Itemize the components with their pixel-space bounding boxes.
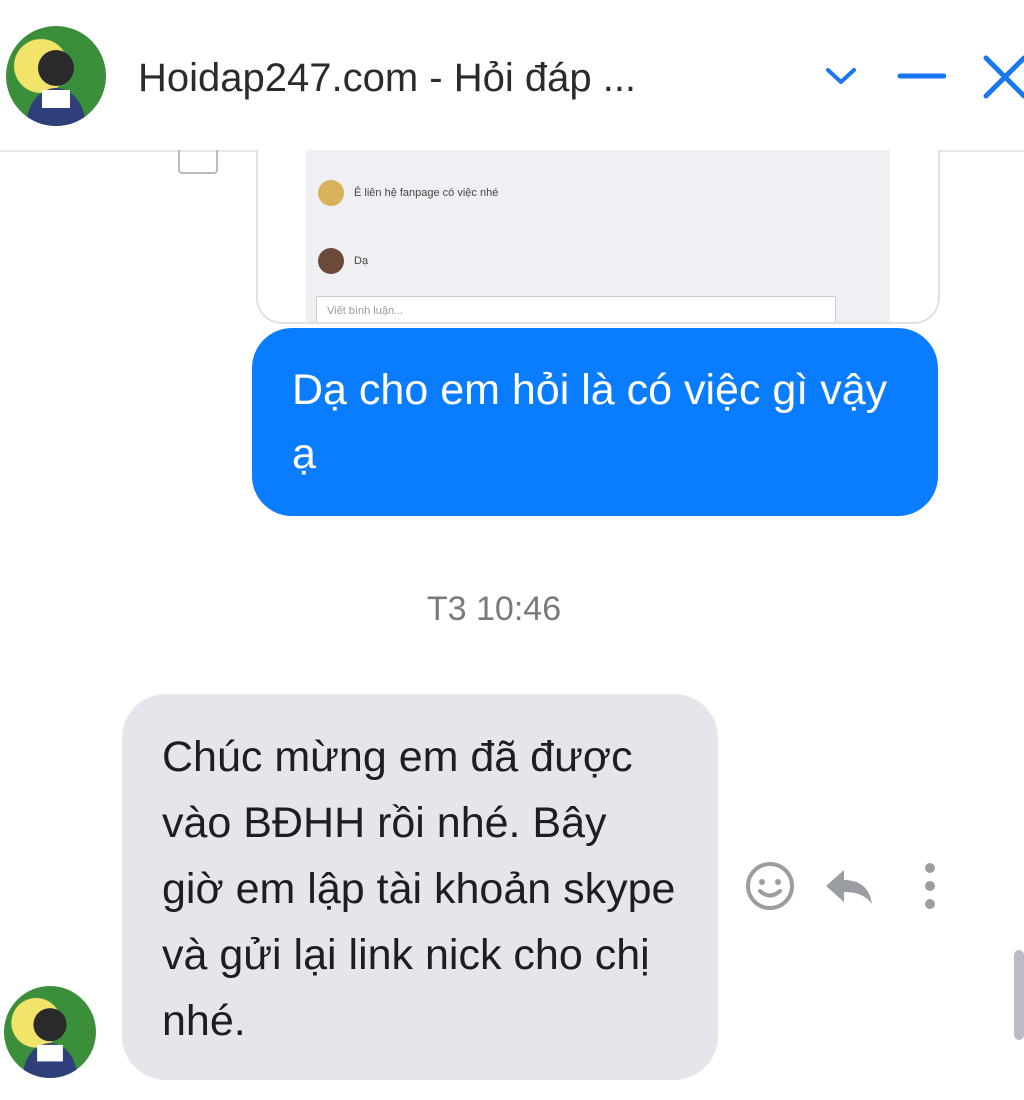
minimize-icon[interactable]	[896, 48, 946, 104]
scrollbar-thumb[interactable]	[1014, 950, 1024, 1040]
received-message-bubble[interactable]: Chúc mừng em đã được vào BĐHH rồi nhé. B…	[122, 694, 718, 1080]
preview-comment-text: Dạ	[354, 255, 369, 267]
sent-message-bubble[interactable]: Dạ cho em hỏi là có việc gì vậy ạ	[252, 328, 938, 516]
smiley-icon[interactable]	[742, 858, 798, 914]
contact-avatar[interactable]	[6, 26, 106, 126]
preview-comment-input: Viết bình luận...	[316, 296, 836, 322]
sender-avatar[interactable]	[4, 986, 96, 1078]
chat-title[interactable]: Hoidap247.com - Hỏi đáp ...	[138, 52, 798, 104]
checkbox-fragment	[178, 150, 218, 174]
preview-comment: Ê liên hệ fanpage có việc nhé	[318, 180, 498, 206]
reply-icon[interactable]	[820, 858, 876, 914]
more-vertical-icon[interactable]	[904, 858, 960, 914]
preview-comment: Dạ	[318, 248, 368, 274]
preview-comment-text: Ê liên hệ fanpage có việc nhé	[354, 187, 499, 199]
preview-avatar	[318, 180, 344, 206]
preview-avatar	[318, 248, 344, 274]
chevron-down-icon[interactable]	[816, 48, 866, 104]
close-icon[interactable]	[978, 48, 1024, 104]
shared-image-preview[interactable]: Ê liên hệ fanpage có việc nhé Dạ Viết bì…	[256, 150, 940, 324]
chat-header: Hoidap247.com - Hỏi đáp ...	[0, 0, 1024, 152]
message-timestamp: T3 10:46	[426, 590, 562, 628]
